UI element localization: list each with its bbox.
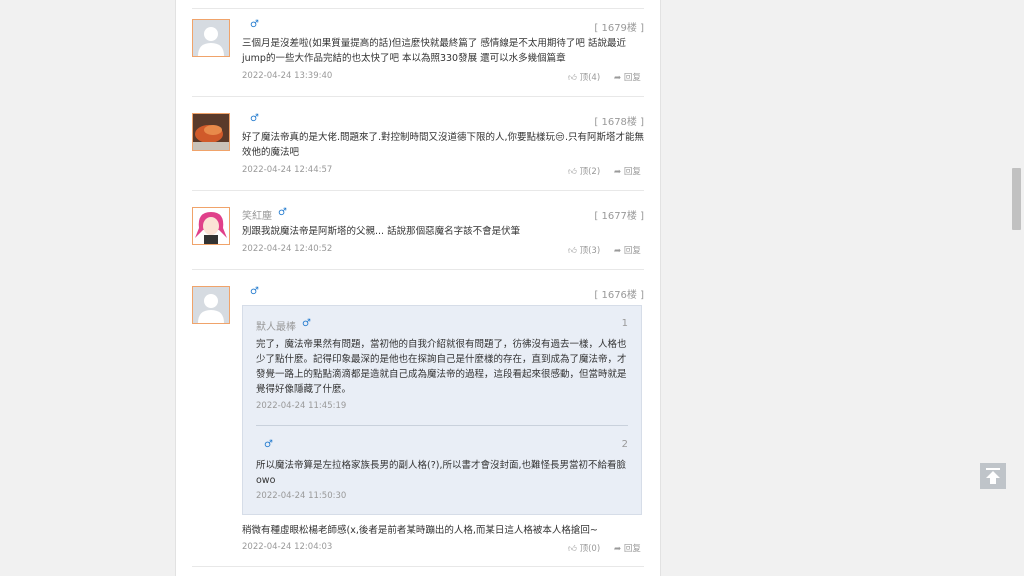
reply-button[interactable]: ➦ 回复 [614, 165, 641, 177]
comment-text: 三個月是沒差啦(如果質量提高的話)但這麼快就最終篇了 感情線是不太用期待了吧 話… [242, 38, 626, 64]
like-button[interactable]: 👍︎ 顶(2) [568, 165, 600, 177]
share-arrow-icon: ➦ [614, 73, 622, 83]
comment-item: ♂ [ 1679楼 ] 三個月是沒差啦(如果質量提高的話)但這麼快就最終篇了 感… [192, 19, 644, 89]
quote-date: 2022-04-24 11:50:30 [256, 491, 347, 501]
comment-date: 2022-04-24 12:44:57 [242, 165, 333, 175]
quote-divider [256, 425, 628, 426]
floor-number: [ 1679楼 ] [594, 23, 644, 34]
avatar[interactable] [192, 113, 230, 151]
floor-number: [ 1676楼 ] [594, 290, 644, 301]
share-arrow-icon: ➦ [614, 246, 622, 256]
quote-text: 完了，魔法帝果然有問題，當初他的自我介紹就很有問題了，彷彿沒有過去一樣，人格也少… [256, 339, 627, 395]
like-button[interactable]: 👍︎ 顶(4) [568, 71, 600, 83]
thumb-up-icon: 👍︎ [568, 73, 577, 83]
floor-number: [ 1677楼 ] [594, 211, 644, 222]
comment-date: 2022-04-24 12:40:52 [242, 244, 333, 254]
quoted-reply: ♂ 2 所以魔法帝算是左拉格家族長男的副人格(?),所以書才會沒封面,也難怪長男… [256, 439, 628, 505]
divider [192, 96, 644, 97]
quote-username[interactable]: 默人最棒 [256, 318, 296, 333]
thumb-up-icon: 👍︎ [568, 544, 577, 554]
quoted-reply: 默人最棒 ♂ 1 完了，魔法帝果然有問題，當初他的自我介紹就很有問題了，彷彿沒有… [256, 318, 628, 418]
quote-index: 2 [621, 439, 628, 450]
quote-date: 2022-04-24 11:45:19 [256, 401, 347, 411]
comment-text: 稍微有種虛眼松楊老師感(x,後者是前者某時蹦出的人格,而某日這人格被本人格搶回~ [242, 525, 598, 536]
comment-list: ♂ [ 1679楼 ] 三個月是沒差啦(如果質量提高的話)但這麼快就最終篇了 感… [175, 0, 661, 576]
avatar[interactable] [192, 207, 230, 245]
quoted-replies: 默人最棒 ♂ 1 完了，魔法帝果然有問題，當初他的自我介紹就很有問題了，彷彿沒有… [242, 305, 642, 515]
male-gender-icon: ♂ [250, 19, 259, 30]
divider [192, 566, 644, 567]
like-button[interactable]: 👍︎ 顶(3) [568, 244, 600, 256]
thumb-up-icon: 👍︎ [568, 167, 577, 177]
comment-date: 2022-04-24 13:39:40 [242, 71, 333, 81]
quote-index: 1 [621, 318, 628, 329]
male-gender-icon: ♂ [278, 207, 287, 218]
male-gender-icon: ♂ [250, 113, 259, 124]
back-to-top-button[interactable] [980, 463, 1006, 489]
scrollbar-thumb[interactable] [1012, 168, 1021, 230]
divider [192, 269, 644, 270]
comment-date: 2022-04-24 12:04:03 [242, 542, 333, 552]
reply-button[interactable]: ➦ 回复 [614, 542, 641, 554]
avatar[interactable] [192, 19, 230, 57]
comment-item: ♂ [ 1678楼 ] 好了魔法帝真的是大佬.問題來了.對控制時間又沒道德下限的… [192, 113, 644, 183]
male-gender-icon: ♂ [250, 286, 259, 297]
avatar[interactable] [192, 286, 230, 324]
like-button[interactable]: 👍︎ 顶(0) [568, 542, 600, 554]
male-gender-icon: ♂ [302, 318, 311, 329]
comment-text: 好了魔法帝真的是大佬.問題來了.對控制時間又沒道德下限的人,你要點樣玩😒.只有阿… [242, 132, 644, 158]
share-arrow-icon: ➦ [614, 167, 622, 177]
divider [192, 8, 644, 9]
floor-number: [ 1678楼 ] [594, 117, 644, 128]
quote-text: 所以魔法帝算是左拉格家族長男的副人格(?),所以書才會沒封面,也難怪長男當初不給… [256, 460, 626, 486]
comment-text: 別跟我說魔法帝是阿斯塔的父親... 話說那個惡魔名字該不會是伏筆 [242, 226, 521, 237]
divider [192, 190, 644, 191]
reply-button[interactable]: ➦ 回复 [614, 244, 641, 256]
page-scrollbar[interactable] [1010, 0, 1024, 576]
reply-button[interactable]: ➦ 回复 [614, 71, 641, 83]
male-gender-icon: ♂ [264, 439, 273, 450]
comment-item: 笑紅塵 ♂ [ 1677楼 ] 別跟我說魔法帝是阿斯塔的父親... 話說那個惡魔… [192, 207, 644, 259]
back-to-top-icon [986, 468, 1000, 484]
username[interactable]: 笑紅塵 [242, 207, 272, 222]
thumb-up-icon: 👍︎ [568, 246, 577, 256]
share-arrow-icon: ➦ [614, 544, 622, 554]
